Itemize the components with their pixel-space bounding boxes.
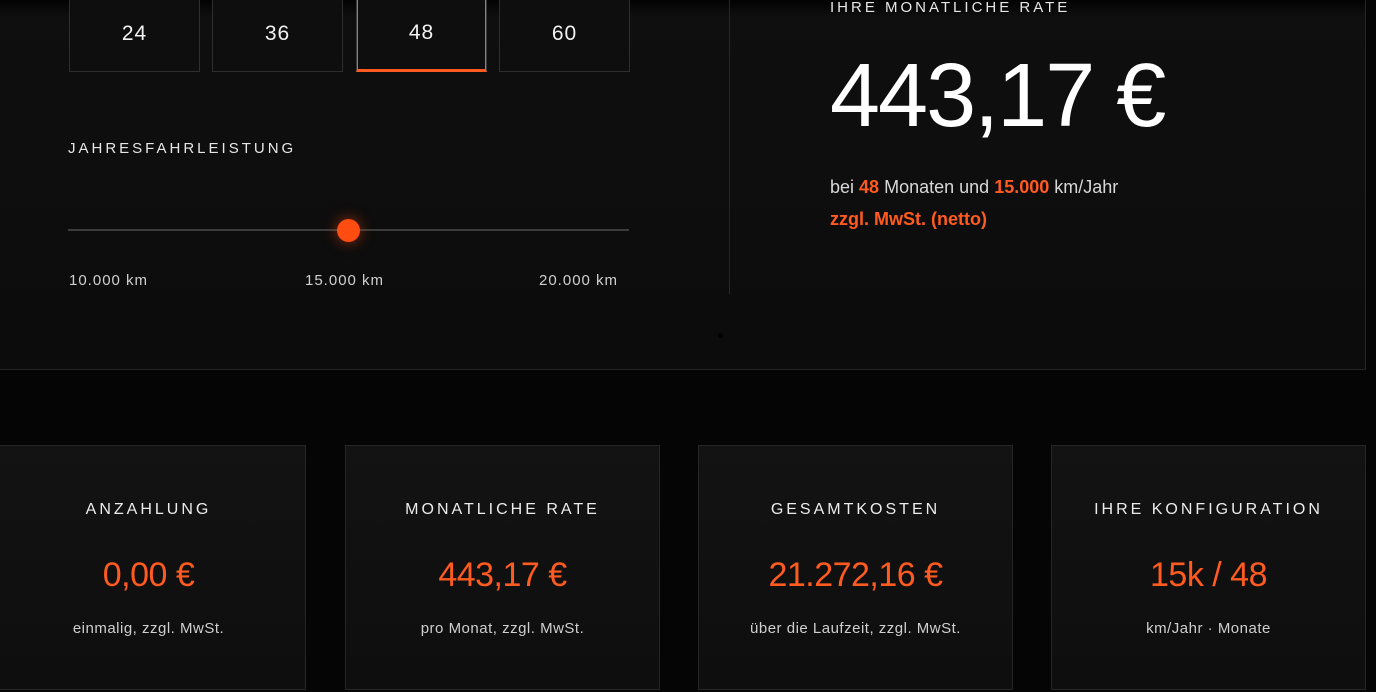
card-caption: pro Monat, zzgl. MwSt.: [420, 620, 585, 637]
monthly-rate-label: IHRE MONATLICHE RATE: [830, 0, 1071, 16]
card-configuration: IHRE KONFIGURATION 15k / 48 km/Jahr · Mo…: [1051, 445, 1366, 690]
card-value: 15k / 48: [1150, 556, 1267, 594]
rate-summary-suffix: km/Jahr: [1054, 177, 1119, 197]
card-monthly-rate: MONATLICHE RATE 443,17 € pro Monat, zzgl…: [345, 445, 660, 690]
rate-summary-months: 48: [859, 177, 880, 197]
card-title: MONATLICHE RATE: [405, 501, 600, 518]
rate-summary-km: 15.000: [994, 177, 1050, 197]
calculator-panel: 24 36 48 60 JAHRESFAHRLEISTUNG 10.000 km…: [0, 0, 1366, 370]
card-caption: km/Jahr · Monate: [1146, 620, 1271, 637]
panel-divider: [729, 0, 730, 294]
leasing-calculator: 24 36 48 60 JAHRESFAHRLEISTUNG 10.000 km…: [0, 0, 1376, 692]
term-option-24[interactable]: 24: [69, 0, 200, 72]
mileage-label: JAHRESFAHRLEISTUNG: [68, 140, 297, 157]
mileage-slider-thumb[interactable]: [337, 219, 360, 242]
card-title: IHRE KONFIGURATION: [1094, 501, 1323, 518]
rate-summary-prefix: bei: [830, 177, 855, 197]
card-total-cost: GESAMTKOSTEN 21.272,16 € über die Laufze…: [698, 445, 1013, 690]
decorative-dot: [718, 333, 723, 338]
card-value: 0,00 €: [102, 556, 195, 594]
term-option-48[interactable]: 48: [356, 0, 487, 72]
monthly-rate-value: 443,17 €: [830, 46, 1166, 146]
term-option-36[interactable]: 36: [212, 0, 343, 72]
mileage-tick-max: 20.000 km: [539, 272, 619, 289]
card-title: ANZAHLUNG: [85, 501, 212, 518]
vat-note: zzgl. MwSt. (netto): [830, 209, 987, 229]
card-value: 21.272,16 €: [768, 556, 943, 594]
term-option-60[interactable]: 60: [499, 0, 630, 72]
card-caption: über die Laufzeit, zzgl. MwSt.: [750, 620, 961, 637]
rate-summary: bei 48 Monaten und 15.000 km/Jahr: [830, 177, 1118, 198]
mileage-tick-mid: 15.000 km: [305, 272, 385, 289]
mileage-tick-min: 10.000 km: [69, 272, 149, 289]
card-down-payment: ANZAHLUNG 0,00 € einmalig, zzgl. MwSt.: [0, 445, 306, 690]
rate-summary-mid: Monaten und: [884, 177, 990, 197]
card-value: 443,17 €: [438, 556, 567, 594]
card-caption: einmalig, zzgl. MwSt.: [72, 620, 225, 637]
card-title: GESAMTKOSTEN: [770, 501, 941, 518]
